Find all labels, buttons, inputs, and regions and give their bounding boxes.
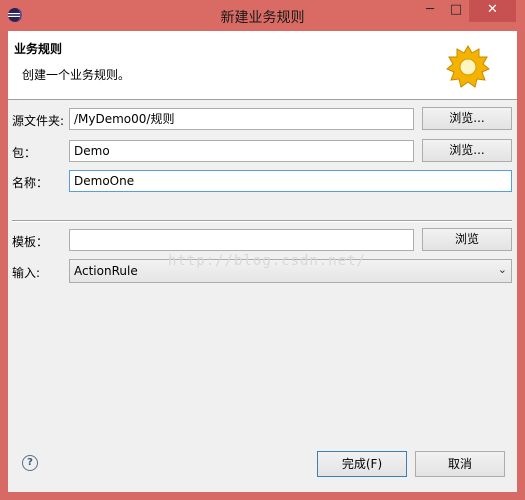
gear-icon (446, 44, 490, 88)
name-label: 名称： (12, 176, 49, 190)
source-folder-label: 源文件夹: (12, 114, 65, 128)
input-label: 输入: (12, 266, 41, 280)
package-label: 包： (12, 146, 37, 160)
package-input[interactable]: Demo (69, 140, 414, 162)
source-folder-input[interactable]: /MyDemo00/规则 (69, 108, 414, 130)
watermark-text: http://blog.csdn.net/ (168, 253, 367, 269)
dialog-banner: 业务规则 创建一个业务规则。 (8, 31, 517, 100)
cancel-button[interactable]: 取消 (415, 451, 505, 477)
title-bar: 新建业务规则 ─ □ ✕ (0, 0, 525, 31)
name-input[interactable]: DemoOne (69, 170, 512, 192)
template-label: 模板： (12, 235, 49, 249)
template-browse-button[interactable]: 浏览 (422, 228, 512, 251)
maximize-button[interactable]: □ (443, 0, 469, 22)
template-input[interactable] (69, 229, 414, 251)
source-folder-browse-button[interactable]: 浏览... (422, 107, 512, 130)
minimize-button[interactable]: ─ (417, 0, 443, 22)
banner-description: 创建一个业务规则。 (22, 68, 131, 82)
input-select-value: ActionRule (74, 264, 138, 278)
finish-button[interactable]: 完成(F) (317, 451, 407, 477)
chevron-down-icon: ⌄ (497, 263, 507, 276)
dialog-client: 业务规则 创建一个业务规则。 源文件夹: /MyDemo00/规则 浏览... … (8, 31, 517, 492)
separator (12, 220, 512, 222)
close-button[interactable]: ✕ (469, 0, 516, 22)
package-browse-button[interactable]: 浏览... (422, 139, 512, 162)
help-icon[interactable]: ? (22, 455, 38, 471)
dialog-window: 新建业务规则 ─ □ ✕ 业务规则 创建一个业务规则。 源文件夹: /MyDem… (0, 0, 525, 500)
banner-title: 业务规则 (14, 42, 63, 56)
